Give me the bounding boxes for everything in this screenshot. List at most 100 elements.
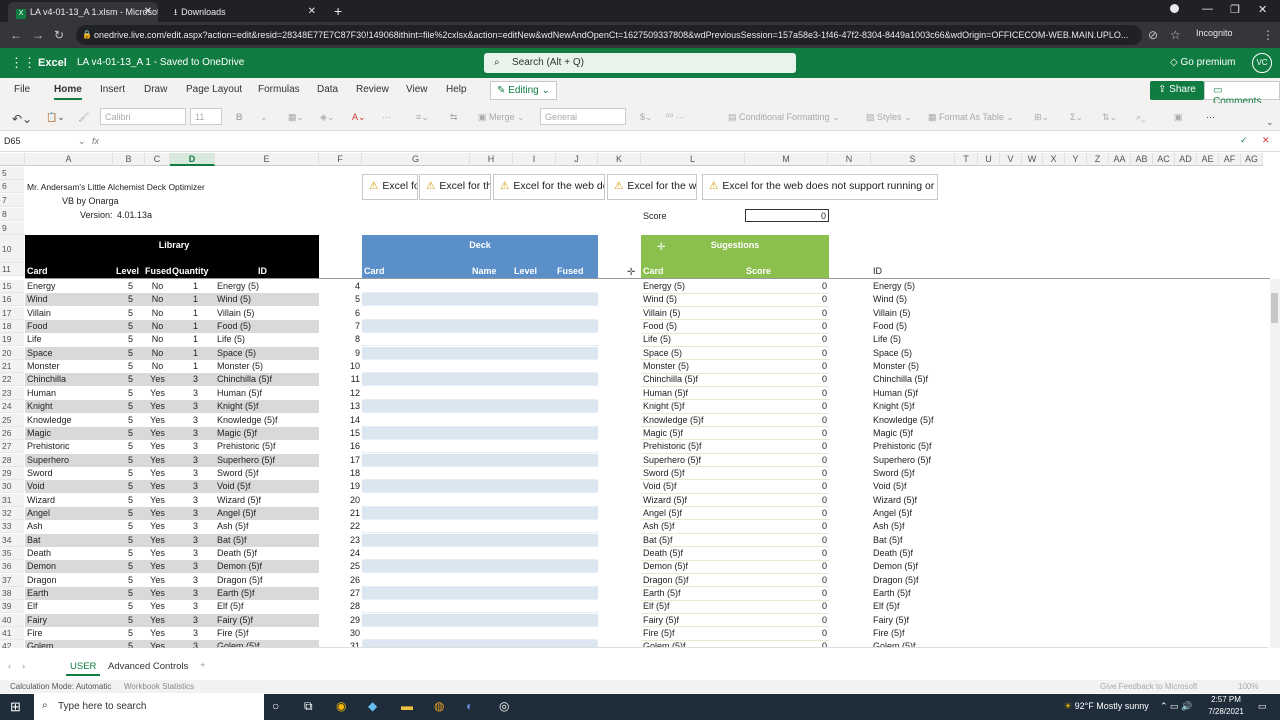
lib-fused[interactable]: Yes — [145, 373, 170, 386]
fill-color-icon[interactable]: ◈⌄ — [320, 112, 334, 123]
column-header[interactable]: K — [598, 153, 641, 166]
id-cell[interactable]: Magic (5)f — [873, 427, 953, 440]
font-size-select[interactable]: 11 — [190, 108, 222, 125]
deck-row[interactable] — [362, 360, 598, 374]
suggestion-card[interactable]: Magic (5)f — [643, 427, 743, 440]
tab-review[interactable]: Review — [356, 84, 389, 95]
lib-id[interactable]: Demon (5)f — [217, 560, 317, 573]
row-number[interactable]: 15 — [319, 427, 360, 440]
row-number[interactable]: 29 — [319, 614, 360, 627]
obs-icon[interactable]: ◎ — [499, 699, 509, 713]
column-header[interactable]: AG — [1241, 153, 1263, 166]
styles-button[interactable]: ▧ Styles ⌄ — [866, 112, 912, 123]
suggestion-card[interactable]: Life (5) — [643, 333, 743, 346]
deck-row[interactable] — [362, 426, 598, 440]
name-box[interactable]: D65 — [4, 136, 84, 146]
lib-quantity[interactable]: 3 — [170, 574, 198, 587]
lib-level[interactable]: 5 — [113, 414, 133, 427]
row-header[interactable]: 29 — [0, 466, 24, 480]
tab-draw[interactable]: Draw — [144, 84, 167, 95]
suggestion-score[interactable]: 0 — [745, 600, 827, 613]
more-options-icon[interactable]: ··· — [1206, 112, 1215, 122]
lib-level[interactable]: 5 — [113, 534, 133, 547]
column-header[interactable]: U — [978, 153, 1000, 166]
lib-level[interactable]: 5 — [113, 627, 133, 640]
deck-row[interactable] — [362, 453, 598, 467]
url-input[interactable]: 🔒 onedrive.live.com/edit.aspx?action=edit… — [76, 25, 1142, 45]
row-header[interactable]: 23 — [0, 386, 24, 400]
row-number[interactable]: 16 — [319, 440, 360, 453]
sort-icon[interactable]: ⇅⌄ — [1102, 112, 1117, 123]
column-header[interactable]: N — [828, 153, 871, 166]
column-header[interactable]: AD — [1175, 153, 1197, 166]
row-header[interactable]: 10 — [0, 235, 24, 263]
row-header[interactable]: 21 — [0, 360, 24, 374]
clock-date[interactable]: 7/28/2021 — [1204, 707, 1248, 716]
row-header[interactable]: 22 — [0, 373, 24, 387]
lib-fused[interactable]: Yes — [145, 467, 170, 480]
lib-quantity[interactable]: 1 — [170, 347, 198, 360]
column-header[interactable]: Y — [1065, 153, 1087, 166]
lib-level[interactable]: 5 — [113, 494, 133, 507]
lib-fused[interactable]: No — [145, 320, 170, 333]
lib-level[interactable]: 5 — [113, 454, 133, 467]
lib-card[interactable]: Wizard — [27, 494, 111, 507]
suggestion-score[interactable]: 0 — [745, 547, 827, 560]
lib-quantity[interactable]: 3 — [170, 640, 198, 648]
row-header[interactable]: 42 — [0, 640, 24, 648]
lib-card[interactable]: Villain — [27, 307, 111, 320]
lib-level[interactable]: 5 — [113, 480, 133, 493]
id-cell[interactable]: Wizard (5)f — [873, 494, 953, 507]
row-header[interactable]: 25 — [0, 413, 24, 427]
lib-id[interactable]: Space (5) — [217, 347, 317, 360]
suggestion-score[interactable]: 0 — [745, 560, 827, 573]
lib-quantity[interactable]: 3 — [170, 587, 198, 600]
id-cell[interactable]: Bat (5)f — [873, 534, 953, 547]
row-header[interactable]: 37 — [0, 573, 24, 587]
lib-card[interactable]: Energy — [27, 280, 111, 293]
lib-card[interactable]: Dragon — [27, 574, 111, 587]
lib-fused[interactable]: Yes — [145, 454, 170, 467]
suggestion-card[interactable]: Earth (5)f — [643, 587, 743, 600]
weather-widget[interactable]: ☀ 92°F Mostly sunny — [1064, 701, 1149, 712]
lib-level[interactable]: 5 — [113, 614, 133, 627]
row-header[interactable]: 5 — [0, 167, 24, 180]
suggestion-score[interactable]: 0 — [745, 387, 827, 400]
column-header[interactable]: I — [513, 153, 556, 166]
lib-fused[interactable]: Yes — [145, 640, 170, 648]
cells-icon[interactable]: ⊞⌄ — [1034, 112, 1049, 123]
lib-card[interactable]: Earth — [27, 587, 111, 600]
deck-row[interactable] — [362, 440, 598, 454]
lib-level[interactable]: 5 — [113, 360, 133, 373]
deck-row[interactable] — [362, 493, 598, 507]
conditional-formatting-button[interactable]: ▤ Conditional Formatting ⌄ — [728, 112, 840, 123]
lib-quantity[interactable]: 1 — [170, 293, 198, 306]
lib-quantity[interactable]: 3 — [170, 547, 198, 560]
suggestion-card[interactable]: Fairy (5)f — [643, 614, 743, 627]
column-header[interactable]: L — [641, 153, 745, 166]
more-font-icon[interactable]: ⌄ — [260, 112, 268, 123]
lib-level[interactable]: 5 — [113, 600, 133, 613]
deck-row[interactable] — [362, 506, 598, 520]
suggestion-score[interactable]: 0 — [745, 360, 827, 373]
lib-quantity[interactable]: 3 — [170, 440, 198, 453]
suggestion-card[interactable]: Superhero (5)f — [643, 454, 743, 467]
lib-id[interactable]: Fairy (5)f — [217, 614, 317, 627]
ideas-icon[interactable]: ▣ — [1174, 112, 1183, 123]
lib-quantity[interactable]: 3 — [170, 600, 198, 613]
row-number[interactable]: 23 — [319, 534, 360, 547]
clock-time[interactable]: 2:57 PM — [1206, 695, 1246, 704]
id-cell[interactable]: Space (5) — [873, 347, 953, 360]
row-header[interactable]: 31 — [0, 493, 24, 507]
lib-quantity[interactable]: 3 — [170, 427, 198, 440]
column-header[interactable]: B — [113, 153, 145, 166]
prev-sheet-icon[interactable]: ‹ — [8, 661, 11, 672]
lib-card[interactable]: Fire — [27, 627, 111, 640]
suggestion-card[interactable]: Sword (5)f — [643, 467, 743, 480]
row-number[interactable]: 26 — [319, 574, 360, 587]
row-header[interactable]: 24 — [0, 400, 24, 414]
lib-card[interactable]: Elf — [27, 600, 111, 613]
deck-row[interactable] — [362, 413, 598, 427]
collapse-ribbon-icon[interactable]: ⌄ — [1266, 117, 1274, 128]
lib-id[interactable]: Angel (5)f — [217, 507, 317, 520]
